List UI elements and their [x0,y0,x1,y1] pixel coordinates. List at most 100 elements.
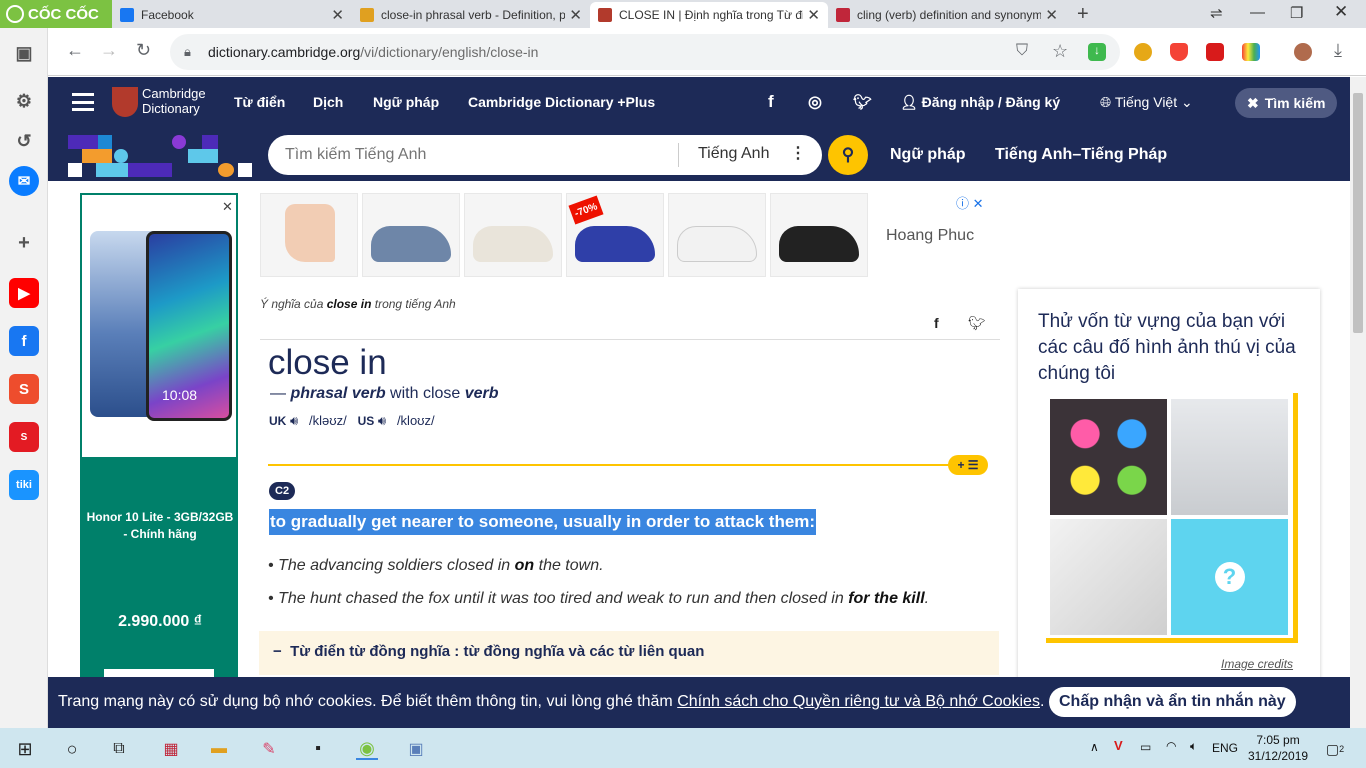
windows-start-icon[interactable]: ⊞ [14,738,36,760]
search-input[interactable]: Tìm kiếm Tiếng Anh Tiếng Anh ⋮ [268,135,822,175]
tiki-icon[interactable]: tiki [9,470,39,500]
task-view-icon[interactable]: ⧉ [108,738,130,760]
download-ext-icon[interactable]: ↓ [1088,43,1106,61]
close-tab-icon[interactable]: ✕ [331,6,344,24]
coccoc-taskbar-icon[interactable]: ◉ [356,738,378,760]
close-window-icon[interactable]: ✕ [1334,2,1348,22]
tab-facebook[interactable]: Facebook ✕ [112,2,352,28]
audio-uk-icon[interactable]: 🔊︎ [290,413,298,428]
close-tab-icon[interactable]: ✕ [1045,6,1058,24]
ad-choices-icon[interactable]: ⓘ ✕ [956,193,984,212]
shopee-icon[interactable]: S [9,374,39,404]
image-credits-link[interactable]: Image credits [1221,657,1293,671]
share-twitter-icon[interactable]: 🐦︎ [968,315,986,332]
phone-ad[interactable]: 10:08 ✕ Honor 10 Lite - 3GB/32GB - Chính… [80,193,238,728]
add-to-wordlist-button[interactable]: + ☰ [948,455,988,475]
back-icon[interactable]: ← [66,40,84,61]
ad-product-image[interactable] [464,193,562,277]
accept-cookies-button[interactable]: Chấp nhận và ẩn tin nhắn này [1049,687,1296,717]
paint-icon[interactable]: ✎ [258,738,280,760]
shield-icon[interactable]: ⛉ [1016,42,1028,60]
instagram-icon[interactable]: ◎ [808,92,822,112]
reload-icon[interactable]: ↻ [136,40,151,61]
audio-us-icon[interactable]: 🔊︎ [378,413,386,428]
twitter-icon[interactable]: 🐦︎ [853,93,872,111]
login-link[interactable]: 👤︎ Đăng nhập / Đăng ký [900,94,1060,111]
share-facebook-icon[interactable]: f [934,315,939,331]
collapse-icon[interactable]: − [273,643,282,660]
sticky-notes-icon[interactable]: ▪ [307,738,329,760]
band-link-grammar[interactable]: Ngữ pháp [890,146,966,164]
maximize-icon[interactable]: ❐ [1290,4,1303,22]
system-clock[interactable]: 7:05 pm 31/12/2019 [1248,732,1308,764]
ad-product-image[interactable] [770,193,868,277]
nav-plus[interactable]: Cambridge Dictionary +Plus [468,94,655,110]
decor-block [114,149,128,163]
minimize-icon[interactable]: — [1250,4,1265,21]
forward-icon[interactable]: → [100,40,118,61]
quiz-image-sketchbook[interactable] [1050,519,1167,635]
wifi-icon[interactable]: ◠ [1166,739,1176,753]
quiz-image-paints[interactable] [1050,399,1167,515]
extension-icon[interactable] [1242,43,1260,61]
thesaurus-section[interactable]: − Từ điển từ đồng nghĩa : từ đồng nghĩa … [259,631,999,675]
page-scrollbar[interactable] [1350,77,1366,728]
url-field[interactable]: 🔒︎ dictionary.cambridge.org/vi/dictionar… [170,34,1120,70]
ad-product-image[interactable] [260,193,358,277]
band-link-english-french[interactable]: Tiếng Anh–Tiếng Pháp [995,146,1167,164]
facebook-icon[interactable]: f [768,92,774,112]
dictionary-selector[interactable]: Tiếng Anh [698,145,769,163]
close-tab-icon[interactable]: ✕ [569,6,582,24]
battery-icon[interactable]: ▭ [1140,740,1151,754]
search-toggle-button[interactable]: ✖ Tìm kiếm [1235,88,1338,118]
nav-translate[interactable]: Dịch [313,94,343,110]
ad-product-image[interactable] [668,193,766,277]
nav-dictionary[interactable]: Từ điển [234,94,285,110]
tab-search-icon[interactable]: ⇌ [1210,4,1223,22]
profile-avatar[interactable] [1294,43,1312,61]
shoe-ad-banner[interactable]: -70% Hoang Phuc ⓘ ✕ [260,193,1004,279]
scrollbar-thumb[interactable] [1353,93,1363,333]
privacy-policy-link[interactable]: Chính sách cho Quyền riêng tư và Bộ nhớ … [677,693,1040,710]
more-options-icon[interactable]: ⋮ [790,143,806,163]
input-language[interactable]: ENG [1212,741,1238,755]
site-logo[interactable]: Cambridge Dictionary [142,86,206,116]
volume-icon[interactable]: 🔈︎ [1190,739,1197,754]
app-icon[interactable]: ▣ [405,738,427,760]
search-icon[interactable]: ○ [61,738,83,760]
youtube-icon[interactable]: ▶ [9,278,39,308]
ad-product-image[interactable]: -70% [566,193,664,277]
sidebar-panel-icon[interactable]: ▣ [9,38,39,68]
app-icon[interactable]: ▦ [160,738,182,760]
tab-close-in-phrasal[interactable]: close-in phrasal verb - Definition, p ✕ [352,2,590,28]
language-selector[interactable]: 🌐︎ Tiếng Việt ⌄ [1100,94,1193,111]
quiz-image-sewing-machine[interactable] [1171,399,1288,515]
settings-icon[interactable]: ⚙ [9,86,39,116]
level-badge: C2 [269,482,296,500]
extension-icon[interactable] [1134,43,1152,61]
close-ad-icon[interactable]: ✕ [222,199,233,215]
adblock-icon[interactable] [1170,43,1188,61]
nav-grammar[interactable]: Ngữ pháp [373,94,439,110]
menu-icon[interactable] [72,93,94,111]
facebook-icon[interactable]: f [9,326,39,356]
ad-product-image[interactable] [362,193,460,277]
tab-cambridge-active[interactable]: CLOSE IN | Định nghĩa trong Từ đi ✕ [590,2,828,28]
extension-icon[interactable] [1206,43,1224,61]
antivirus-icon[interactable]: V [1114,738,1123,753]
history-icon[interactable]: ↺ [9,126,39,156]
close-tab-icon[interactable]: ✕ [807,6,820,24]
search-submit-button[interactable]: ⚲ [828,135,868,175]
notifications-icon[interactable]: ▢ 2 [1324,738,1346,760]
file-explorer-icon[interactable]: ▬ [208,738,230,760]
add-icon[interactable]: + [9,228,39,258]
new-tab-icon[interactable]: + [1077,3,1089,26]
tab-cling[interactable]: cling (verb) definition and synonym ✕ [828,2,1066,28]
chevron-up-icon[interactable]: ∧ [1090,740,1099,754]
bookmark-star-icon[interactable]: ☆ [1052,41,1068,62]
quiz-image-mystery[interactable]: ? [1171,519,1288,635]
sendo-icon[interactable]: S [9,422,39,452]
messenger-icon[interactable]: ✉ [9,166,39,196]
browser-brand[interactable]: CỐC CỐC [0,0,112,28]
downloads-icon[interactable]: ⤓ [1334,40,1342,61]
